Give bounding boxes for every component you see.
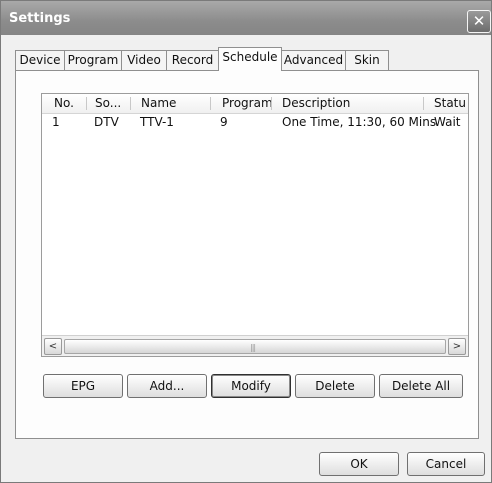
tab-video[interactable]: Video [121,50,167,70]
schedule-list[interactable]: No. So... Name Program Description Statu… [41,93,469,357]
grip-icon: ||| [250,343,256,352]
column-divider[interactable] [423,97,424,110]
tab-program[interactable]: Program [64,50,122,70]
tab-schedule[interactable]: Schedule [218,47,282,71]
table-row[interactable]: 1 DTV TTV-1 9 One Time, 11:30, 60 Mins W… [42,114,468,131]
schedule-panel: No. So... Name Program Description Statu… [15,70,479,439]
column-header-program[interactable]: Program [222,96,273,111]
tab-device[interactable]: Device [15,50,65,70]
list-header: No. So... Name Program Description Statu [42,94,468,114]
settings-window: Settings ✕ Device Program Video Record S… [0,0,492,483]
tab-record[interactable]: Record [166,50,219,70]
title-bar[interactable]: Settings ✕ [1,1,491,35]
column-header-description[interactable]: Description [282,96,350,111]
cell-name: TTV-1 [140,115,174,129]
epg-button[interactable]: EPG [43,374,123,398]
cell-description: One Time, 11:30, 60 Mins [282,115,437,129]
cell-status: Wait [434,115,461,129]
column-header-source[interactable]: So... [95,96,121,111]
arrow-left-icon[interactable]: < [44,338,62,355]
tab-skin[interactable]: Skin [345,50,389,70]
ok-button[interactable]: OK [319,452,399,476]
add-button[interactable]: Add... [127,374,207,398]
cell-source: DTV [94,115,119,129]
column-divider[interactable] [130,97,131,110]
column-header-no[interactable]: No. [54,96,74,111]
cell-no: 1 [52,115,60,129]
column-header-status[interactable]: Statu [434,96,466,111]
window-title: Settings [9,11,71,26]
column-divider[interactable] [210,97,211,110]
column-header-name[interactable]: Name [141,96,176,111]
column-divider[interactable] [86,97,87,110]
close-icon[interactable]: ✕ [467,10,491,33]
delete-all-button[interactable]: Delete All [379,374,463,398]
delete-button[interactable]: Delete [295,374,375,398]
scroll-thumb[interactable]: ||| [64,339,446,354]
column-divider[interactable] [271,97,272,110]
arrow-right-icon[interactable]: > [448,338,466,355]
horizontal-scrollbar[interactable]: < ||| > [42,335,468,356]
tab-advanced[interactable]: Advanced [281,50,346,70]
cancel-button[interactable]: Cancel [407,452,485,476]
cell-program: 9 [220,115,228,129]
modify-button[interactable]: Modify [211,374,291,398]
